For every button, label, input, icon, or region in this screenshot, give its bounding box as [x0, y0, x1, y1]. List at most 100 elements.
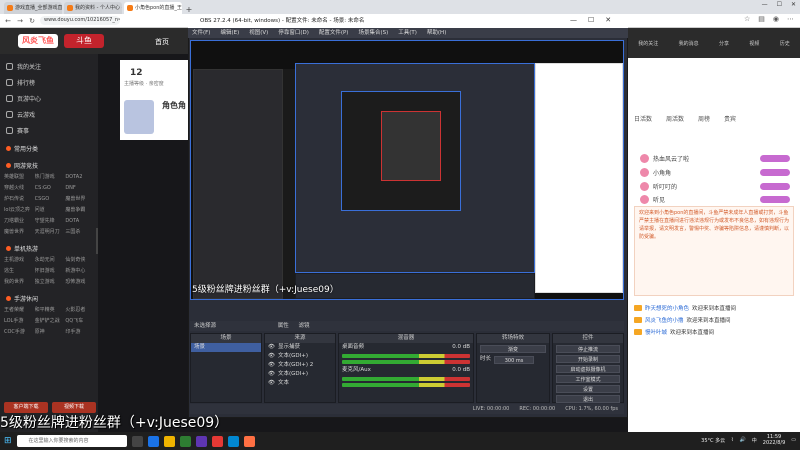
- category-link[interactable]: 天涯明月刀: [35, 227, 64, 238]
- taskbar-search-input[interactable]: 在这里输入你要搜索的内容: [16, 435, 127, 447]
- sidebar-item-events[interactable]: 赛事: [0, 122, 98, 138]
- category-link[interactable]: LOL手游: [4, 316, 33, 327]
- eye-icon[interactable]: 👁: [268, 343, 275, 352]
- maximize-icon[interactable]: ☐: [777, 1, 782, 8]
- close-icon[interactable]: ✕: [605, 16, 611, 24]
- category-link[interactable]: 独立游戏: [35, 277, 64, 288]
- source-item[interactable]: 👁 文本(GDI+): [265, 352, 335, 361]
- input-language[interactable]: 中: [752, 437, 757, 444]
- nav-home-link[interactable]: 首页: [155, 37, 169, 47]
- address-input[interactable]: www.douyu.com/10216057_n=5.55598: [40, 16, 120, 25]
- rank-row[interactable]: 小角角: [640, 166, 790, 179]
- category-link[interactable]: 热门游戏: [35, 172, 64, 183]
- category-link[interactable]: 恐怖游戏: [65, 277, 94, 288]
- source-item[interactable]: 👁 文本(GDI+): [265, 370, 335, 379]
- source-item[interactable]: 👁 显示捕获: [265, 343, 335, 352]
- menu-help[interactable]: 帮助(H): [427, 28, 446, 38]
- browser-tab-active[interactable]: 小角色pon的直播_王者荣耀直播_斗鱼: [124, 2, 182, 14]
- category-link[interactable]: 魔兽世界: [4, 227, 33, 238]
- properties-button[interactable]: 属性: [278, 323, 289, 329]
- collections-icon[interactable]: ▤: [758, 15, 765, 23]
- browser-tab[interactable]: 我的资料 - 个人中心 - 斗鱼: [64, 2, 122, 14]
- category-link[interactable]: 新游中心: [65, 266, 94, 277]
- category-link[interactable]: 三国杀: [65, 227, 94, 238]
- chat-user[interactable]: 风炎飞鱼的小撸: [645, 316, 684, 324]
- scene-item[interactable]: 场景: [191, 343, 261, 352]
- nav-follow[interactable]: 我的关注: [638, 40, 658, 47]
- eye-icon[interactable]: 👁: [268, 379, 275, 388]
- category-link[interactable]: 魔兽争霸: [65, 205, 94, 216]
- rank-row[interactable]: 听见: [640, 193, 790, 206]
- menu-edit[interactable]: 编辑(E): [220, 28, 239, 38]
- chat-user[interactable]: 昨天想死的小角色: [645, 304, 689, 312]
- source-item[interactable]: 👁 文本: [265, 379, 335, 388]
- category-link[interactable]: 穿越火线: [4, 183, 33, 194]
- category-link[interactable]: 逃生: [4, 266, 33, 277]
- app-icon[interactable]: [243, 435, 255, 447]
- app-icon[interactable]: [211, 435, 223, 447]
- obs-preview-canvas[interactable]: [190, 40, 624, 300]
- category-link[interactable]: 守望先锋: [35, 216, 64, 227]
- category-link[interactable]: 英雄联盟: [4, 172, 33, 183]
- nav-video[interactable]: 视频: [749, 40, 759, 47]
- category-link[interactable]: 原神: [35, 327, 64, 338]
- menu-profile[interactable]: 配置文件(P): [319, 28, 349, 38]
- edge-browser-icon[interactable]: [147, 435, 159, 447]
- weather-widget[interactable]: 35°C 多云: [701, 437, 725, 444]
- menu-docks[interactable]: 停靠窗口(D): [278, 28, 309, 38]
- sidebar-item-rank[interactable]: 排行榜: [0, 74, 98, 90]
- clock[interactable]: 11:59 2022/8/9: [763, 434, 785, 446]
- chat-user[interactable]: 慢叶叶城: [645, 328, 667, 336]
- stop-streaming-button[interactable]: 停止推流: [556, 345, 620, 353]
- browser-tab[interactable]: 游戏直播_全部游戏直播_斗鱼直播: [4, 2, 62, 14]
- settings-button[interactable]: 设置: [556, 385, 620, 393]
- tab-daily[interactable]: 日活数: [634, 114, 652, 123]
- chrome-icon[interactable]: [179, 435, 191, 447]
- favorites-icon[interactable]: ☆: [744, 15, 750, 23]
- menu-file[interactable]: 文件(F): [192, 28, 210, 38]
- nav-share[interactable]: 分享: [719, 40, 729, 47]
- new-tab-button[interactable]: +: [184, 5, 194, 14]
- exit-button[interactable]: 退出: [556, 395, 620, 403]
- tab-vip[interactable]: 贵宾: [724, 114, 736, 123]
- category-link[interactable]: 怀旧游戏: [35, 266, 64, 277]
- duration-input[interactable]: 300 ms: [494, 355, 535, 364]
- studio-mode-button[interactable]: 工作室模式: [556, 375, 620, 383]
- tab-weekly[interactable]: 周活数: [666, 114, 684, 123]
- category-link[interactable]: CSGO: [35, 194, 64, 205]
- eye-icon[interactable]: 👁: [268, 361, 275, 370]
- transition-select[interactable]: 渐变: [480, 345, 546, 353]
- category-link[interactable]: 刀塔霸业: [4, 216, 33, 227]
- filters-button[interactable]: 滤镜: [299, 323, 310, 329]
- category-link[interactable]: QQ飞车: [65, 316, 94, 327]
- obs-title-bar[interactable]: OBS 27.2.4 (64-bit, windows) - 配置文件: 未命名…: [188, 14, 628, 28]
- category-link[interactable]: CS:GO: [35, 183, 64, 194]
- category-link[interactable]: 金铲铲之战: [35, 316, 64, 327]
- task-view-icon[interactable]: [131, 435, 143, 447]
- minimize-icon[interactable]: —: [570, 16, 577, 24]
- nav-history[interactable]: 历史: [780, 40, 790, 47]
- category-link[interactable]: 永劫无间: [35, 255, 64, 266]
- douyu-logo-secondary[interactable]: 斗鱼: [64, 34, 104, 48]
- sidebar-item-cloudgame[interactable]: 云游戏: [0, 106, 98, 122]
- sidebar-item-webgames[interactable]: 页游中心: [0, 90, 98, 106]
- menu-tools[interactable]: 工具(T): [398, 28, 417, 38]
- network-icon[interactable]: ⌇: [731, 437, 733, 443]
- back-icon[interactable]: ←: [4, 17, 12, 25]
- category-link[interactable]: 仙剑奇侠: [65, 255, 94, 266]
- category-link[interactable]: COC手游: [4, 327, 33, 338]
- category-link[interactable]: 火影忍者: [65, 305, 94, 316]
- category-link[interactable]: 我的世界: [4, 277, 33, 288]
- menu-view[interactable]: 视图(V): [249, 28, 268, 38]
- sidebar-item-follow[interactable]: 我的关注: [0, 58, 98, 74]
- eye-icon[interactable]: 👁: [268, 370, 275, 379]
- maximize-icon[interactable]: ☐: [588, 16, 594, 24]
- rank-row[interactable]: 热血风云了啦: [640, 152, 790, 165]
- windows-start-icon[interactable]: ⊞: [4, 436, 12, 446]
- douyu-logo[interactable]: 风炎飞鱼: [18, 34, 58, 48]
- minimize-icon[interactable]: —: [762, 1, 768, 8]
- rank-row[interactable]: 听叮叮的: [640, 180, 790, 193]
- category-link[interactable]: 炉石传说: [4, 194, 33, 205]
- virtual-camera-button[interactable]: 启动虚拟摄像机: [556, 365, 620, 373]
- close-icon[interactable]: ✕: [791, 1, 796, 8]
